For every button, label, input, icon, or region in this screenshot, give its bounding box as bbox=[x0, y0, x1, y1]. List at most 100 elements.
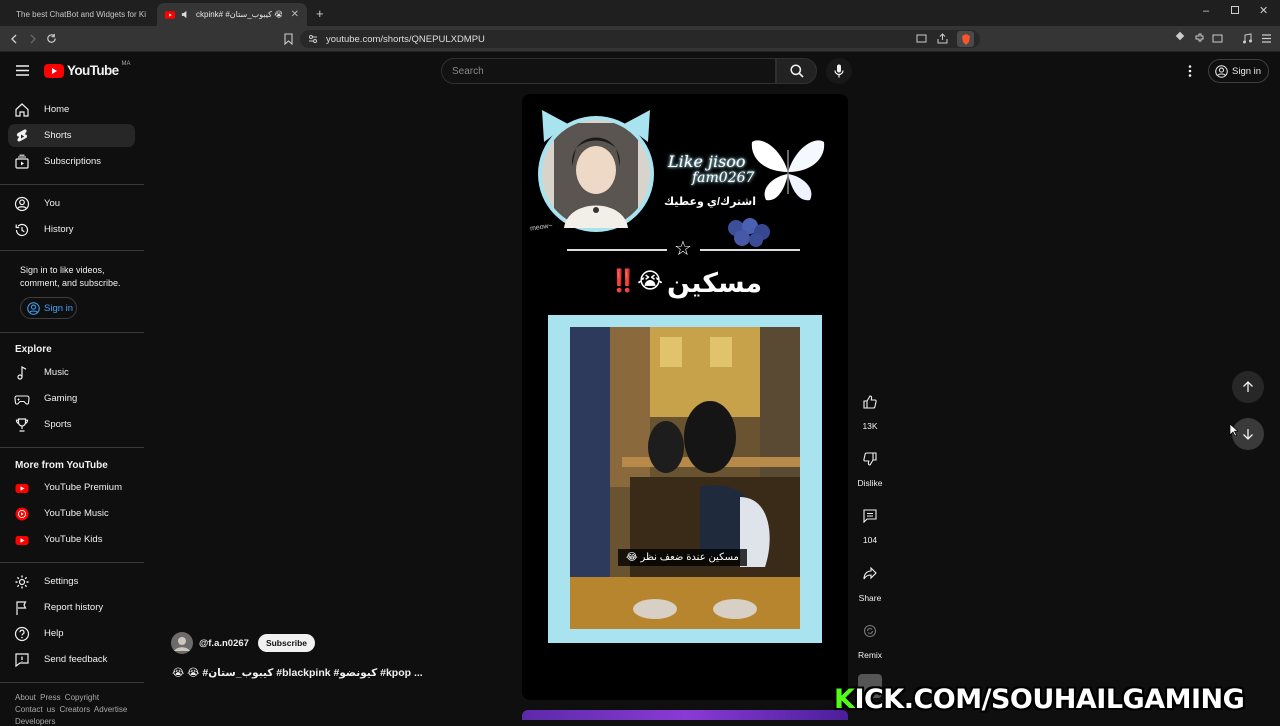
like-action[interactable]: 13K bbox=[856, 388, 884, 431]
new-tab-icon[interactable]: + bbox=[316, 6, 324, 21]
sidebar-item-shorts[interactable]: Shorts bbox=[8, 124, 135, 147]
subscribe-button[interactable]: Subscribe bbox=[258, 634, 315, 652]
url-text: youtube.com/shorts/QNEPULXDMPU bbox=[326, 34, 485, 45]
footer-links[interactable]: Developers bbox=[15, 717, 55, 726]
kick-watermark: KICK.COM/SOUHAILGAMING bbox=[834, 684, 1244, 715]
browser-tab-bar: The best ChatBot and Widgets for Ki ckpi… bbox=[0, 0, 1280, 26]
sidebar-item-sports[interactable]: Sports bbox=[8, 413, 135, 436]
sidebar-item-report-history[interactable]: Report history bbox=[8, 596, 135, 619]
bookmark-icon[interactable] bbox=[284, 33, 293, 45]
brave-shield-icon[interactable] bbox=[957, 31, 974, 47]
butterfly-graphic bbox=[750, 136, 826, 206]
search-icon bbox=[790, 64, 804, 78]
search-button[interactable] bbox=[776, 58, 817, 84]
arrow-up-icon bbox=[1242, 381, 1254, 393]
hamburger-menu-icon[interactable] bbox=[16, 65, 29, 76]
thumbs-up-icon bbox=[863, 395, 877, 409]
back-icon[interactable] bbox=[9, 34, 19, 44]
tab-chatbot[interactable]: The best ChatBot and Widgets for Ki bbox=[2, 3, 154, 26]
sidebar-item-label: Send feedback bbox=[44, 654, 107, 665]
dislike-button[interactable] bbox=[856, 445, 884, 473]
sidebar-item-youtube-music[interactable]: YouTube Music bbox=[8, 502, 135, 525]
region-code: MA bbox=[122, 61, 131, 67]
sidebar-item-history[interactable]: History bbox=[8, 218, 135, 241]
sidebar-item-label: Sports bbox=[44, 419, 71, 430]
share-page-icon[interactable] bbox=[937, 33, 948, 44]
sidebar-item-home[interactable]: Home bbox=[8, 98, 135, 121]
channel-info: @f.a.n0267 Subscribe bbox=[171, 632, 315, 654]
more-options-icon[interactable] bbox=[1188, 65, 1192, 77]
share-label: Share bbox=[846, 593, 894, 603]
youtube-music-icon bbox=[14, 506, 30, 522]
dislike-action[interactable]: Dislike bbox=[856, 445, 884, 488]
maximize-icon[interactable] bbox=[1231, 6, 1239, 14]
sidebar-item-you[interactable]: You bbox=[8, 192, 135, 215]
tab-close-icon[interactable]: ✕ bbox=[291, 9, 299, 20]
minimize-icon[interactable]: – bbox=[1203, 5, 1209, 17]
sidebar-item-youtube-kids[interactable]: YouTube Kids bbox=[8, 528, 135, 551]
channel-avatar[interactable] bbox=[171, 632, 193, 654]
sign-in-prompt: Sign in to like videos, comment, and sub… bbox=[20, 264, 130, 290]
account-icon bbox=[1215, 65, 1228, 78]
site-info-icon[interactable] bbox=[308, 34, 318, 44]
sidebar-item-music[interactable]: Music bbox=[8, 361, 135, 384]
sidebar-item-subscriptions[interactable]: Subscriptions bbox=[8, 150, 135, 173]
share-action[interactable]: Share bbox=[856, 560, 884, 603]
extensions-icon[interactable] bbox=[1194, 33, 1205, 44]
footer-links[interactable]: About Press Copyright bbox=[15, 693, 99, 702]
short-video-player[interactable]: meow~ Like jisoo fam0267 اشترك/ي وعطيك ☆… bbox=[522, 94, 848, 700]
speaker-icon[interactable] bbox=[181, 10, 190, 19]
youtube-favicon-icon bbox=[165, 11, 175, 19]
youtube-header: YouTube MA Search Sign in bbox=[0, 52, 1280, 90]
share-button[interactable] bbox=[856, 560, 884, 588]
like-button[interactable] bbox=[856, 388, 884, 416]
comments-button[interactable] bbox=[856, 502, 884, 530]
rewards-icon[interactable] bbox=[1176, 32, 1184, 40]
sign-in-button[interactable]: Sign in bbox=[1208, 59, 1269, 83]
search-input[interactable]: Search bbox=[441, 58, 776, 84]
sidebar-item-label: Report history bbox=[44, 602, 103, 613]
url-field[interactable]: youtube.com/shorts/QNEPULXDMPU bbox=[300, 30, 980, 48]
remix-button[interactable] bbox=[856, 617, 884, 645]
logo-text: YouTube bbox=[67, 63, 119, 78]
remix-action[interactable]: Remix bbox=[856, 617, 884, 660]
remix-icon bbox=[863, 624, 877, 638]
previous-short-button[interactable] bbox=[1232, 371, 1264, 403]
sidebar-item-send-feedback[interactable]: Send feedback bbox=[8, 648, 135, 671]
voice-search-button[interactable] bbox=[826, 58, 852, 84]
mouse-cursor-icon bbox=[1229, 423, 1238, 437]
cast-icon[interactable] bbox=[916, 34, 927, 44]
sidebar-item-youtube-premium[interactable]: YouTube Premium bbox=[8, 476, 135, 499]
comment-icon bbox=[863, 509, 877, 523]
next-short-preview[interactable] bbox=[522, 710, 848, 720]
wallet-icon[interactable] bbox=[1212, 33, 1223, 44]
divider bbox=[0, 332, 144, 333]
sidebar-item-label: YouTube Music bbox=[44, 508, 109, 519]
forward-icon[interactable] bbox=[28, 34, 38, 44]
youtube-kids-icon bbox=[14, 532, 30, 548]
browser-menu-icon[interactable] bbox=[1261, 33, 1272, 44]
comments-action[interactable]: 104 bbox=[856, 502, 884, 545]
channel-handle[interactable]: @f.a.n0267 bbox=[199, 638, 249, 649]
youtube-premium-icon bbox=[14, 480, 30, 496]
sidebar-item-label: History bbox=[44, 224, 74, 235]
subscriptions-icon bbox=[14, 154, 30, 170]
flag-icon bbox=[14, 600, 30, 616]
gaming-icon bbox=[14, 391, 30, 407]
headline: ‼️😭 مسكين bbox=[586, 268, 786, 299]
music-icon bbox=[14, 365, 30, 381]
reload-icon[interactable] bbox=[46, 33, 57, 44]
footer-links[interactable]: Contact us Creators Advertise bbox=[15, 705, 127, 714]
youtube-logo[interactable]: YouTube MA bbox=[44, 63, 131, 78]
divider-line bbox=[567, 249, 667, 251]
sidebar-item-gaming[interactable]: Gaming bbox=[8, 387, 135, 410]
media-icon[interactable] bbox=[1242, 33, 1253, 44]
sidebar-sign-in-button[interactable]: Sign in bbox=[20, 297, 77, 319]
watermark-first-letter: K bbox=[834, 684, 854, 715]
tab-youtube-short[interactable]: ckpink# #كيبوب_ستان 😭😭 ✕ bbox=[157, 3, 307, 26]
short-title[interactable]: 😭 😭 #كيبوب_ستان #blackpink #كيونضو #kpop… bbox=[172, 667, 423, 679]
sidebar-item-help[interactable]: Help bbox=[8, 622, 135, 645]
close-window-icon[interactable]: ✕ bbox=[1259, 4, 1268, 17]
comment-count: 104 bbox=[846, 535, 894, 545]
sidebar-item-settings[interactable]: Settings bbox=[8, 570, 135, 593]
